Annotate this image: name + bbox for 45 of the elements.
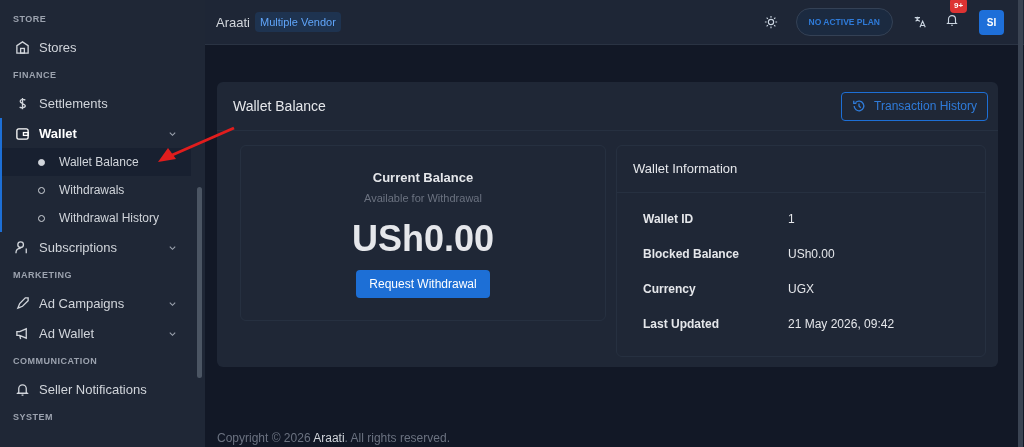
store-icon xyxy=(15,39,30,55)
sidebar-item[interactable]: Ad Wallet xyxy=(0,318,191,348)
info-label: Currency xyxy=(643,281,697,296)
sidebar-item[interactable]: Stores xyxy=(0,32,191,62)
notification-count: 9+ xyxy=(950,0,968,13)
section-label: MARKETING xyxy=(12,269,73,282)
info-value: USh0.00 xyxy=(788,246,835,261)
balance-subtitle: Available for Withdrawal xyxy=(364,192,482,204)
wallet-icon xyxy=(15,125,30,141)
scrollbar[interactable] xyxy=(1018,0,1023,447)
section-label: COMMUNICATION xyxy=(12,355,99,368)
scrollbar[interactable] xyxy=(197,187,202,378)
user-dollar-icon xyxy=(15,239,30,255)
avatar[interactable]: SI xyxy=(979,9,1004,35)
sidebar-item[interactable]: Ad Campaigns xyxy=(0,288,191,318)
submenu-item[interactable]: Withdrawals xyxy=(2,176,191,204)
info-label: Last Updated xyxy=(643,316,720,331)
bell-icon xyxy=(15,381,30,397)
info-label: Wallet ID xyxy=(643,211,695,226)
sidebar-item[interactable]: Settlements xyxy=(0,88,191,118)
info-value: UGX xyxy=(788,281,814,296)
info-value: 21 May 2026, 09:42 xyxy=(788,316,895,331)
transaction-history-button[interactable]: Transaction History xyxy=(841,91,988,121)
brand-name: Araati xyxy=(216,14,250,30)
sidebar-item[interactable]: Subscriptions xyxy=(0,232,191,262)
history-icon xyxy=(852,99,867,113)
sidebar-item[interactable]: Seller Notifications xyxy=(0,374,191,404)
balance-amount: USh0.00 xyxy=(351,218,495,260)
section-label: SYSTEM xyxy=(12,411,54,424)
translate-icon[interactable] xyxy=(913,15,927,29)
request-withdrawal-button[interactable]: Request Withdrawal xyxy=(356,270,490,298)
submenu-item[interactable]: Wallet Balance xyxy=(2,148,191,176)
info-label: Blocked Balance xyxy=(643,246,741,261)
vendor-badge: Multiple Vendor xyxy=(254,12,341,32)
balance-title: Current Balance xyxy=(372,170,474,185)
bell-icon[interactable] xyxy=(945,13,959,27)
info-value: 1 xyxy=(788,211,795,226)
megaphone-icon xyxy=(15,325,30,341)
info-title: Wallet Information xyxy=(617,146,985,193)
footer-text: Copyright © 2026 Araati. All rights reserved. xyxy=(217,431,451,447)
section-label: FINANCE xyxy=(12,69,58,82)
submenu-item[interactable]: Withdrawal History xyxy=(2,204,191,232)
card-title: Wallet Balance xyxy=(233,98,326,114)
section-label: STORE xyxy=(12,13,48,26)
sun-icon[interactable] xyxy=(763,15,778,29)
